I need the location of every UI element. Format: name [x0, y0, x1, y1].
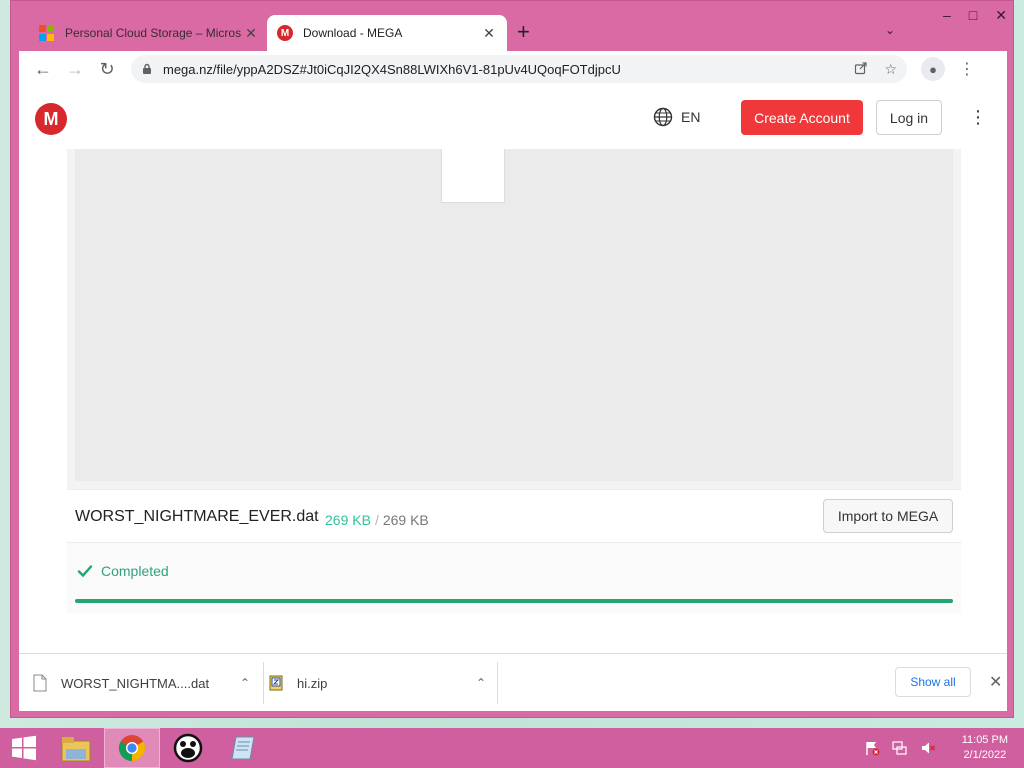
download-item[interactable]: hi.zip ⌃ [269, 662, 491, 704]
address-bar[interactable]: mega.nz/file/yppA2DSZ#Jt0iCqJI2QX4Sn88LW… [131, 55, 907, 83]
url-text[interactable]: mega.nz/file/yppA2DSZ#Jt0iCqJI2QX4Sn88LW… [163, 62, 854, 77]
close-tab-icon[interactable]: ✕ [481, 25, 497, 42]
start-button[interactable] [0, 728, 48, 768]
file-preview-panel [67, 149, 961, 489]
downloaded-size: 269 KB [325, 512, 371, 528]
lock-icon[interactable] [141, 63, 153, 75]
more-menu-icon[interactable]: ⋮ [969, 107, 987, 127]
browser-toolbar: ← → ↻ mega.nz/file/yppA2DSZ#Jt0iCqJI2QX4… [19, 51, 1007, 87]
window-controls: – □ ✕ [943, 7, 1007, 24]
import-to-mega-button[interactable]: Import to MEGA [823, 499, 953, 533]
checkmark-icon [77, 565, 93, 578]
download-file-name: hi.zip [297, 675, 328, 691]
tab-personal-cloud-storage[interactable]: Personal Cloud Storage – Micros ✕ [29, 15, 269, 51]
windows-logo-icon [12, 735, 36, 761]
volume-muted-icon[interactable] [920, 740, 936, 756]
size-separator: / [374, 512, 379, 528]
file-info-row: WORST_NIGHTMARE_EVER.dat 269 KB/269 KB I… [67, 489, 961, 543]
windows-taskbar: 11:05 PM 2/1/2022 [0, 728, 1024, 768]
profile-avatar-icon[interactable]: ● [921, 57, 945, 81]
status-text: Completed [101, 563, 169, 579]
language-selector[interactable]: EN [653, 107, 700, 127]
file-preview-area [75, 149, 953, 481]
download-item[interactable]: WORST_NIGHTMA....dat ⌃ [33, 662, 255, 704]
back-arrow-icon[interactable]: ← [27, 55, 59, 83]
new-tab-plus-icon[interactable]: + [517, 21, 530, 43]
microsoft-logo-icon [39, 25, 55, 41]
mega-favicon-icon: M [277, 25, 293, 41]
notepad-taskbar-icon[interactable] [216, 728, 272, 768]
language-label: EN [681, 109, 701, 125]
file-name: WORST_NIGHTMARE_EVER.dat [75, 508, 319, 525]
divider [263, 662, 264, 704]
chevron-up-icon[interactable]: ⌃ [471, 676, 491, 690]
progress-bar [75, 599, 953, 603]
total-size: 269 KB [382, 512, 429, 528]
tab-search-chevron-icon[interactable]: ⌄ [885, 23, 895, 37]
close-tab-icon[interactable]: ✕ [243, 25, 259, 42]
window-close-icon[interactable]: ✕ [995, 7, 1007, 24]
download-shelf: WORST_NIGHTMA....dat ⌃ hi.zip ⌃ Show all… [19, 653, 1007, 711]
clock-date: 2/1/2022 [963, 749, 1007, 761]
browser-menu-icon[interactable]: ⋮ [959, 59, 975, 79]
create-account-button[interactable]: Create Account [741, 100, 863, 135]
globe-icon [653, 107, 673, 127]
mega-page: M EN Create Account Log in ⋮ WORST_NIGHT… [19, 87, 1007, 653]
file-thumbnail [441, 149, 505, 203]
show-all-downloads-button[interactable]: Show all [895, 667, 971, 697]
network-icon[interactable] [892, 740, 908, 756]
download-status-panel: Completed [67, 543, 961, 613]
file-size: 269 KB/269 KB [325, 512, 429, 528]
login-button[interactable]: Log in [876, 100, 942, 135]
tab-title: Personal Cloud Storage – Micros [65, 26, 242, 40]
maximize-icon[interactable]: □ [969, 7, 977, 24]
share-icon[interactable] [854, 61, 868, 78]
close-shelf-icon[interactable]: ✕ [989, 672, 1002, 692]
tab-download-mega[interactable]: M Download - MEGA ✕ [267, 15, 507, 51]
progress-bar-fill [75, 599, 953, 603]
chevron-up-icon[interactable]: ⌃ [235, 676, 255, 690]
file-explorer-taskbar-icon[interactable] [48, 728, 104, 768]
system-tray: 11:05 PM 2/1/2022 [864, 728, 1008, 768]
mega-header: M EN Create Account Log in ⋮ [19, 87, 1007, 149]
browser-window: Personal Cloud Storage – Micros ✕ M Down… [10, 0, 1014, 718]
tab-strip: Personal Cloud Storage – Micros ✕ M Down… [11, 1, 1013, 51]
chrome-taskbar-icon[interactable] [104, 728, 160, 768]
screaming-face-taskbar-icon[interactable] [160, 728, 216, 768]
zip-archive-icon [269, 675, 283, 691]
clock-time: 11:05 PM [961, 734, 1008, 746]
taskbar-clock[interactable]: 11:05 PM 2/1/2022 [962, 733, 1008, 763]
bookmark-star-icon[interactable]: ☆ [884, 61, 897, 78]
action-center-flag-icon[interactable] [864, 740, 880, 756]
forward-arrow-icon[interactable]: → [59, 55, 91, 83]
download-file-name: WORST_NIGHTMA....dat [61, 675, 210, 691]
minimize-icon[interactable]: – [943, 7, 951, 24]
reload-icon[interactable]: ↻ [91, 55, 123, 83]
file-icon [33, 674, 47, 692]
mega-logo-icon[interactable]: M [35, 103, 67, 135]
divider [497, 662, 498, 704]
tab-title: Download - MEGA [303, 26, 403, 40]
